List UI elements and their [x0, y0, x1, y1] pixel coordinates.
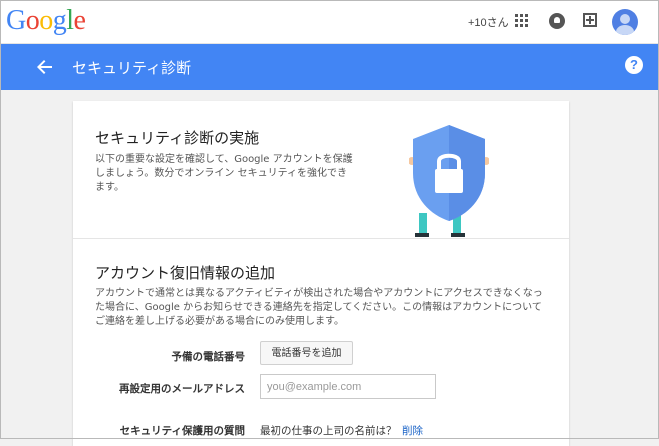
security-checkup-card: セキュリティ診断の実施 以下の重要な設定を確認して、Google アカウントを保…	[73, 101, 569, 446]
apps-dot	[525, 19, 528, 22]
recovery-description: アカウントで通常とは異なるアクティビティが検出された場合やアカウントにアクセスで…	[95, 288, 543, 327]
logo-letter: o	[39, 5, 53, 36]
security-question-value: 最初の仕事の上司の名前は？	[260, 425, 397, 437]
security-shield-illustration-icon	[409, 125, 489, 237]
google-top-bar: Google +10さん	[0, 0, 659, 44]
logo-letter: G	[6, 5, 26, 36]
logo-letter: e	[73, 5, 86, 36]
apps-dot	[515, 19, 518, 22]
logo-letter: o	[25, 5, 40, 36]
recovery-email-label: 再設定用のメールアドレス	[119, 383, 245, 395]
logo-letter: g	[52, 5, 67, 36]
apps-dot	[525, 14, 528, 17]
share-add-icon[interactable]	[583, 13, 597, 27]
google-logo[interactable]: Google	[6, 4, 86, 38]
app-header-bar: セキュリティ診断	[0, 44, 659, 90]
recovery-email-input[interactable]	[260, 374, 436, 399]
google-plus-user-link[interactable]: +10さん	[468, 14, 509, 30]
apps-dot	[515, 14, 518, 17]
apps-dot	[520, 19, 523, 22]
delete-security-question-link[interactable]: 削除	[402, 423, 423, 438]
account-avatar[interactable]	[612, 9, 638, 35]
section-divider	[73, 238, 569, 239]
backup-phone-label: 予備の電話番号	[171, 351, 246, 363]
recovery-section-title: アカウント復旧情報の追加	[95, 264, 276, 282]
intro-description: 以下の重要な設定を確認して、Google アカウントを保護しましょう。数分でオン…	[95, 154, 353, 193]
add-phone-button[interactable]: 電話番号を追加	[260, 341, 353, 365]
apps-dot	[515, 24, 518, 27]
security-question-label: セキュリティ保護用の質問	[119, 425, 245, 437]
help-icon[interactable]: ?	[625, 56, 643, 74]
apps-grid-icon[interactable]	[515, 14, 529, 28]
apps-dot	[520, 14, 523, 17]
logo-letter: l	[66, 5, 74, 36]
apps-dot	[520, 24, 523, 27]
page-title: セキュリティ診断	[72, 60, 192, 77]
intro-title: セキュリティ診断の実施	[95, 129, 260, 147]
apps-dot	[525, 24, 528, 27]
notifications-icon[interactable]	[549, 13, 565, 29]
back-arrow-icon[interactable]	[36, 58, 54, 76]
